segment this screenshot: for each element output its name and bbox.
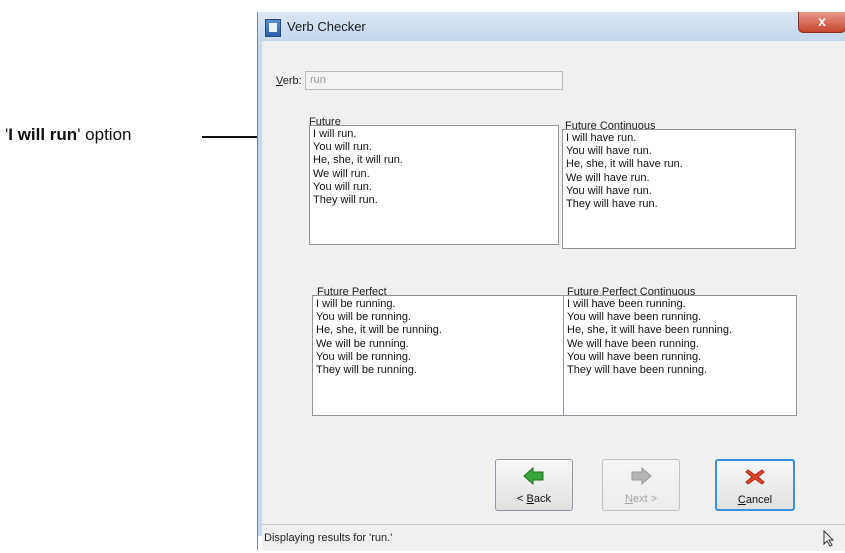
conjugation-line: You will have run. xyxy=(566,184,652,197)
x-icon xyxy=(717,467,793,492)
conjugation-line: You will have been running. xyxy=(567,350,702,363)
conjugation-line: They will have run. xyxy=(566,198,658,211)
conjugation-line: He, she, it will be running. xyxy=(316,324,442,337)
conjugation-line: They will run. xyxy=(313,194,378,207)
conjugation-line: They will have been running. xyxy=(567,364,708,377)
future-textbox[interactable]: I will run. You will run. He, she, it wi… xyxy=(309,125,559,245)
app-icon xyxy=(265,19,281,37)
next-button-label: Next > xyxy=(624,493,658,505)
window-title: Verb Checker xyxy=(287,19,366,34)
verb-label: Verb: xyxy=(276,75,302,87)
future-perfect-textbox[interactable]: I will be running. You will be running. … xyxy=(312,295,566,416)
conjugation-line: I will have been running. xyxy=(567,298,686,310)
conjugation-line: I will be running. xyxy=(316,298,396,310)
conjugation-line: He, she, it will have run. xyxy=(566,158,683,171)
verb-checker-window: Verb Checker x Verb: run Future I will r… xyxy=(257,12,845,551)
status-bar: Displaying results for 'run.' xyxy=(262,524,845,551)
back-button-label: < Back xyxy=(517,493,551,505)
conjugation-line: We will run. xyxy=(313,167,370,180)
next-button[interactable]: Next > xyxy=(602,459,680,511)
callout-label: 'I will run' option xyxy=(5,125,132,145)
callout-rest-text: ' option xyxy=(77,125,132,144)
status-text: Displaying results for 'run.' xyxy=(264,532,393,544)
back-button[interactable]: < Back xyxy=(495,459,573,511)
conjugation-line: You will run. xyxy=(313,141,372,154)
conjugation-line: I will have run. xyxy=(566,132,637,144)
conjugation-line: He, she, it will have been running. xyxy=(567,324,733,337)
conjugation-line: They will be running. xyxy=(316,364,417,377)
conjugation-line: We will have been running. xyxy=(567,337,699,350)
conjugation-line: I will run. xyxy=(313,128,357,140)
verb-input[interactable]: run xyxy=(305,71,563,90)
title-bar[interactable]: Verb Checker x xyxy=(258,12,845,42)
resize-grip-icon[interactable] xyxy=(820,528,840,548)
left-arrow-icon xyxy=(496,466,572,491)
cancel-button[interactable]: Cancel xyxy=(715,459,795,511)
cancel-button-label: Cancel xyxy=(737,494,773,506)
close-button[interactable]: x xyxy=(798,12,845,33)
right-arrow-icon xyxy=(603,466,679,491)
future-perfect-continuous-textbox[interactable]: I will have been running. You will have … xyxy=(563,295,797,416)
conjugation-line: He, she, it will run. xyxy=(313,154,403,167)
conjugation-line: You will be running. xyxy=(316,350,411,363)
conjugation-line: You will have run. xyxy=(566,145,652,158)
conjugation-line: You will be running. xyxy=(316,311,411,324)
callout-bold-text: I will run xyxy=(8,125,78,144)
conjugation-line: You will have been running. xyxy=(567,311,702,324)
conjugation-line: We will have run. xyxy=(566,171,650,184)
conjugation-line: You will run. xyxy=(313,180,372,193)
dialog-client-area: Verb: run Future I will run. You will ru… xyxy=(262,41,845,536)
conjugation-line: We will be running. xyxy=(316,337,409,350)
future-continuous-textbox[interactable]: I will have run. You will have run. He, … xyxy=(562,129,796,249)
